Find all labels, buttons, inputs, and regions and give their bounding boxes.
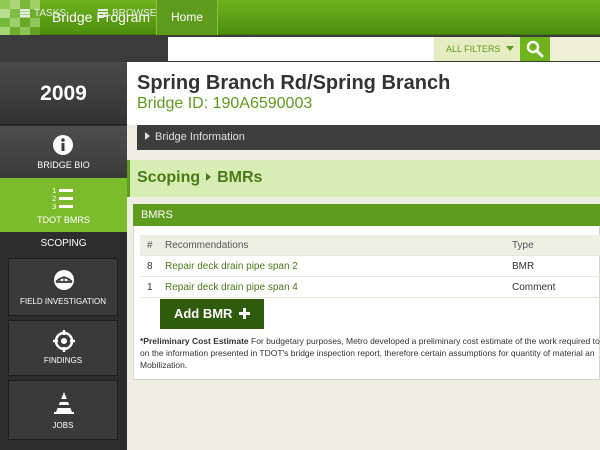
numbered-list-icon: 1 2 3	[52, 187, 73, 210]
scoping-section-label: SCOPING	[40, 238, 87, 249]
note-line-3: Mobilization.	[140, 360, 188, 370]
all-filters-dropdown[interactable]: ALL FILTERS	[434, 37, 520, 61]
column-header-recommendations: Recommendations	[165, 240, 249, 251]
svg-text:1: 1	[52, 187, 56, 195]
add-bmr-label: Add BMR	[173, 306, 233, 321]
svg-text:3: 3	[52, 203, 56, 210]
sidebar-sub-item-label: FINDINGS	[43, 356, 83, 365]
search-button[interactable]	[520, 37, 550, 61]
row-type: BMR	[512, 261, 535, 272]
sidebar-item-bridge-bio[interactable]: BRIDGE BIO	[0, 126, 127, 178]
sidebar-sub-item-label: JOBS	[52, 421, 74, 430]
search-icon	[526, 40, 544, 58]
browse-icon	[98, 9, 108, 17]
table-row[interactable]: 8 Repair deck drain pipe span 2 BMR	[140, 256, 600, 277]
sidebar-sub-item-label: FIELD INVESTIGATION	[19, 297, 107, 306]
cost-estimate-note: *Preliminary Cost Estimate For budgetary…	[140, 335, 600, 371]
info-icon	[53, 135, 73, 155]
row-type: Comment	[512, 282, 556, 293]
breadcrumb: Scoping BMRs	[137, 169, 262, 187]
sidebar-item-label: TDOT BMRS	[37, 215, 90, 225]
plus-icon	[239, 308, 251, 319]
caret-right-icon	[206, 173, 212, 181]
row-number: 8	[147, 261, 153, 272]
note-title: *Preliminary Cost Estimate	[140, 336, 249, 346]
row-number: 1	[147, 282, 153, 293]
bridge-id: Bridge ID: 190A6590003	[137, 95, 313, 112]
sidebar-item-tdot-bmrs[interactable]: 1 2 3 TDOT BMRS	[0, 178, 127, 232]
tasks-button[interactable]: TASKS	[20, 0, 66, 27]
tasks-label: TASKS	[34, 8, 67, 19]
table-header: # Recommendations Type	[140, 235, 600, 256]
bridge-icon	[54, 270, 74, 290]
column-header-number: #	[147, 240, 153, 251]
column-header-type: Type	[512, 240, 534, 251]
traffic-cone-icon	[54, 392, 74, 414]
bridge-information-toggle[interactable]: Bridge Information	[137, 125, 600, 150]
page-title: Spring Branch Rd/Spring Branch	[137, 72, 451, 94]
recommendation-link[interactable]: Repair deck drain pipe span 2	[165, 256, 298, 277]
breadcrumb-bmrs: BMRs	[217, 169, 263, 186]
target-icon	[53, 330, 75, 352]
top-bar: Bridge Program Home	[0, 0, 600, 35]
sidebar-item-field-investigation[interactable]: FIELD INVESTIGATION	[8, 258, 118, 316]
browse-button[interactable]: BROWSE	[98, 0, 156, 27]
table-row[interactable]: 1 Repair deck drain pipe span 4 Comment	[140, 277, 600, 298]
note-line-1: For budgetary purposes, Metro developed …	[248, 336, 600, 346]
bmrs-table: # Recommendations Type 8 Repair deck dra…	[140, 235, 600, 298]
toolbar-spacer	[550, 37, 600, 61]
home-tab[interactable]: Home	[156, 0, 218, 35]
note-line-2: on the information presented in TDOT's b…	[140, 348, 595, 358]
svg-text:2: 2	[52, 195, 56, 203]
recommendation-link[interactable]: Repair deck drain pipe span 4	[165, 277, 298, 298]
caret-right-icon	[145, 132, 150, 140]
sidebar-item-label: BRIDGE BIO	[37, 160, 90, 170]
chevron-down-icon	[505, 46, 514, 51]
year-selector[interactable]: 2009	[0, 62, 127, 125]
info-bar-label: Bridge Information	[155, 131, 245, 143]
sidebar-item-jobs[interactable]: JOBS	[8, 380, 118, 440]
add-bmr-button[interactable]: Add BMR	[160, 299, 264, 329]
sidebar-item-findings[interactable]: FINDINGS	[8, 320, 118, 376]
panel-title: BMRS	[133, 204, 600, 226]
browse-label: BROWSE	[112, 8, 157, 19]
filters-label: ALL FILTERS	[446, 44, 501, 54]
list-icon	[20, 9, 30, 17]
breadcrumb-scoping[interactable]: Scoping	[137, 169, 200, 186]
search-input[interactable]	[168, 37, 434, 61]
